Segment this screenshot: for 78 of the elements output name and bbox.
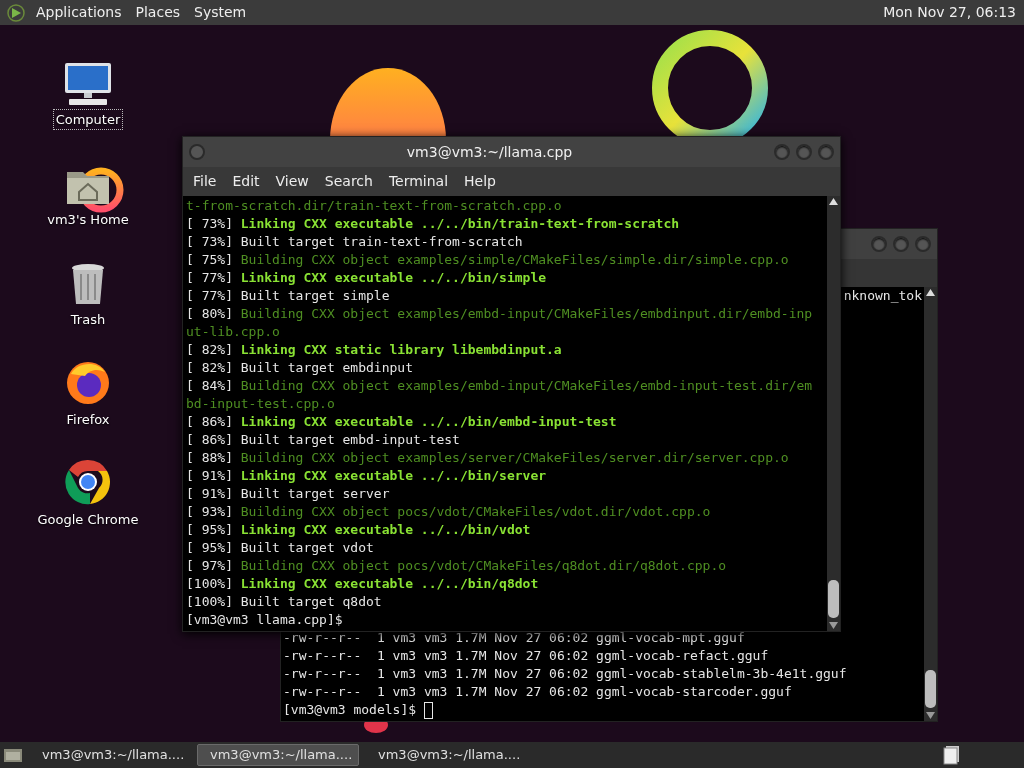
terminal-line: Linking CXX executable ../../bin/server bbox=[240, 467, 547, 485]
scroll-down-icon[interactable] bbox=[926, 712, 935, 719]
terminal-line: t-from-scratch.dir/train-text-from-scratch.cpp.o bbox=[186, 197, 562, 215]
terminal-line: -rw-r--r-- 1 vm3 vm3 1.7M Nov 27 06:02 ggml-vocab-starcoder.gguf bbox=[283, 683, 792, 701]
terminal-line: Building CXX object pocs/vdot/CMakeFiles/q8dot.dir/q8dot.cpp.o bbox=[240, 557, 727, 575]
chrome-icon bbox=[64, 457, 112, 506]
terminal-line: -rw-r--r-- 1 vm3 vm3 1.7M Nov 27 06:02 ggml-vocab-stablelm-3b-4e1t.gguf bbox=[283, 665, 847, 683]
terminal-line: [ 82%] Built target embdinput bbox=[186, 359, 413, 377]
terminal-line: [ 86%] Built target embd-input-test bbox=[186, 431, 460, 449]
taskbar-button[interactable]: vm3@vm3:~/llama.... bbox=[29, 744, 191, 766]
window-title: vm3@vm3:~/llama.cpp bbox=[406, 142, 573, 162]
menu-item[interactable]: Terminal bbox=[382, 171, 455, 192]
progress-text: [ 93%] bbox=[186, 503, 234, 521]
progress-text: [ 80%] bbox=[186, 305, 234, 323]
scrollbar-thumb[interactable] bbox=[828, 580, 839, 618]
taskbar-button[interactable]: vm3@vm3:~/llama.... bbox=[365, 744, 527, 766]
progress-text: [100%] bbox=[186, 575, 234, 593]
scrollbar[interactable] bbox=[924, 287, 937, 721]
desktop-icon-label[interactable]: vm3's Home bbox=[44, 208, 132, 230]
menu-item[interactable]: Edit bbox=[226, 171, 266, 192]
progress-text: [ 75%] bbox=[186, 251, 234, 269]
terminal-line: Building CXX object examples/embd-input/CMakeFiles/embdinput.dir/embd-inp bbox=[240, 305, 813, 323]
progress-text: [ 77%] bbox=[186, 269, 234, 287]
terminal-line: Building CXX object examples/embd-input/CMakeFiles/embd-input-test.dir/em bbox=[240, 377, 813, 395]
progress-text: [ 88%] bbox=[186, 449, 234, 467]
terminal-line: nknown_tok bbox=[843, 287, 922, 305]
trash-icon bbox=[69, 261, 107, 306]
menu-item[interactable]: Search bbox=[318, 171, 379, 192]
menu-item[interactable]: File bbox=[187, 171, 223, 192]
text-cursor bbox=[423, 701, 433, 719]
terminal-line: Linking CXX executable ../../bin/embd-input-test bbox=[240, 413, 617, 431]
desktop-icon-label[interactable]: Google Chrome bbox=[34, 508, 142, 530]
terminal-line: [vm3@vm3 llama.cpp]$ bbox=[186, 611, 343, 629]
scrollbar-thumb[interactable] bbox=[925, 670, 936, 708]
play-logo-icon[interactable] bbox=[6, 2, 26, 23]
menu-item[interactable]: View bbox=[269, 171, 315, 192]
firefox-icon bbox=[65, 359, 111, 406]
scroll-up-icon[interactable] bbox=[926, 289, 935, 296]
progress-text: [ 97%] bbox=[186, 557, 234, 575]
panel-menu[interactable]: Places bbox=[135, 2, 185, 23]
shell-prompt: [vm3@vm3 models]$ bbox=[283, 701, 418, 719]
desktop-icon-label[interactable]: Trash bbox=[67, 308, 109, 330]
terminal-line: Linking CXX executable ../../bin/simple bbox=[240, 269, 547, 287]
panel-menu[interactable]: Applications bbox=[36, 2, 126, 23]
computer-icon bbox=[63, 61, 113, 106]
terminal-line: ut-lib.cpp.o bbox=[186, 323, 280, 341]
taskbar-button[interactable]: vm3@vm3:~/llama.... bbox=[197, 744, 359, 766]
scroll-down-icon[interactable] bbox=[829, 622, 838, 629]
terminal-line: [100%] Built target q8dot bbox=[186, 593, 382, 611]
terminal-line: [ 73%] Built target train-text-from-scratch bbox=[186, 233, 523, 251]
terminal-line: [ 77%] Built target simple bbox=[186, 287, 390, 305]
progress-text: [ 84%] bbox=[186, 377, 234, 395]
terminal-line: -rw-r--r-- 1 vm3 vm3 1.7M Nov 27 06:02 ggml-vocab-refact.gguf bbox=[283, 647, 769, 665]
scrollbar[interactable] bbox=[827, 196, 840, 631]
desktop-icon-label[interactable]: Computer bbox=[52, 108, 124, 130]
workspace-switcher-icon[interactable] bbox=[943, 745, 961, 765]
terminal-line: Building CXX object examples/server/CMakeFiles/server.dir/server.cpp.o bbox=[240, 449, 789, 467]
panel-clock[interactable]: Mon Nov 27, 06:13 bbox=[883, 2, 1018, 23]
terminal-line: -rw-r--r-- 1 vm3 vm3 1.7M Nov 27 06:02 ggml-vocab-mpt.gguf bbox=[283, 629, 745, 647]
progress-text: [ 95%] bbox=[186, 521, 234, 539]
terminal-line: Linking CXX executable ../../bin/q8dot bbox=[240, 575, 539, 593]
terminal-line: Building CXX object examples/simple/CMakeFiles/simple.dir/simple.cpp.o bbox=[240, 251, 789, 269]
terminal-line: Linking CXX static library libembdinput.a bbox=[240, 341, 562, 359]
show-desktop-icon[interactable] bbox=[3, 746, 23, 764]
terminal-line: Building CXX object pocs/vdot/CMakeFiles/vdot.dir/vdot.cpp.o bbox=[240, 503, 711, 521]
terminal-line: [ 91%] Built target server bbox=[186, 485, 390, 503]
terminal-line: [ 95%] Built target vdot bbox=[186, 539, 374, 557]
terminal-line: Linking CXX executable ../../bin/vdot bbox=[240, 521, 531, 539]
progress-text: [ 86%] bbox=[186, 413, 234, 431]
menu-item[interactable]: Help bbox=[458, 171, 502, 192]
progress-text: [ 73%] bbox=[186, 215, 234, 233]
terminal-line: bd-input-test.cpp.o bbox=[186, 395, 335, 413]
progress-text: [ 82%] bbox=[186, 341, 234, 359]
terminal-line: Linking CXX executable ../../bin/train-text-from-scratch bbox=[240, 215, 680, 233]
scroll-up-icon[interactable] bbox=[829, 198, 838, 205]
panel-menu[interactable]: System bbox=[194, 2, 251, 23]
progress-text: [ 91%] bbox=[186, 467, 234, 485]
desktop-icon-label[interactable]: Firefox bbox=[63, 408, 113, 430]
